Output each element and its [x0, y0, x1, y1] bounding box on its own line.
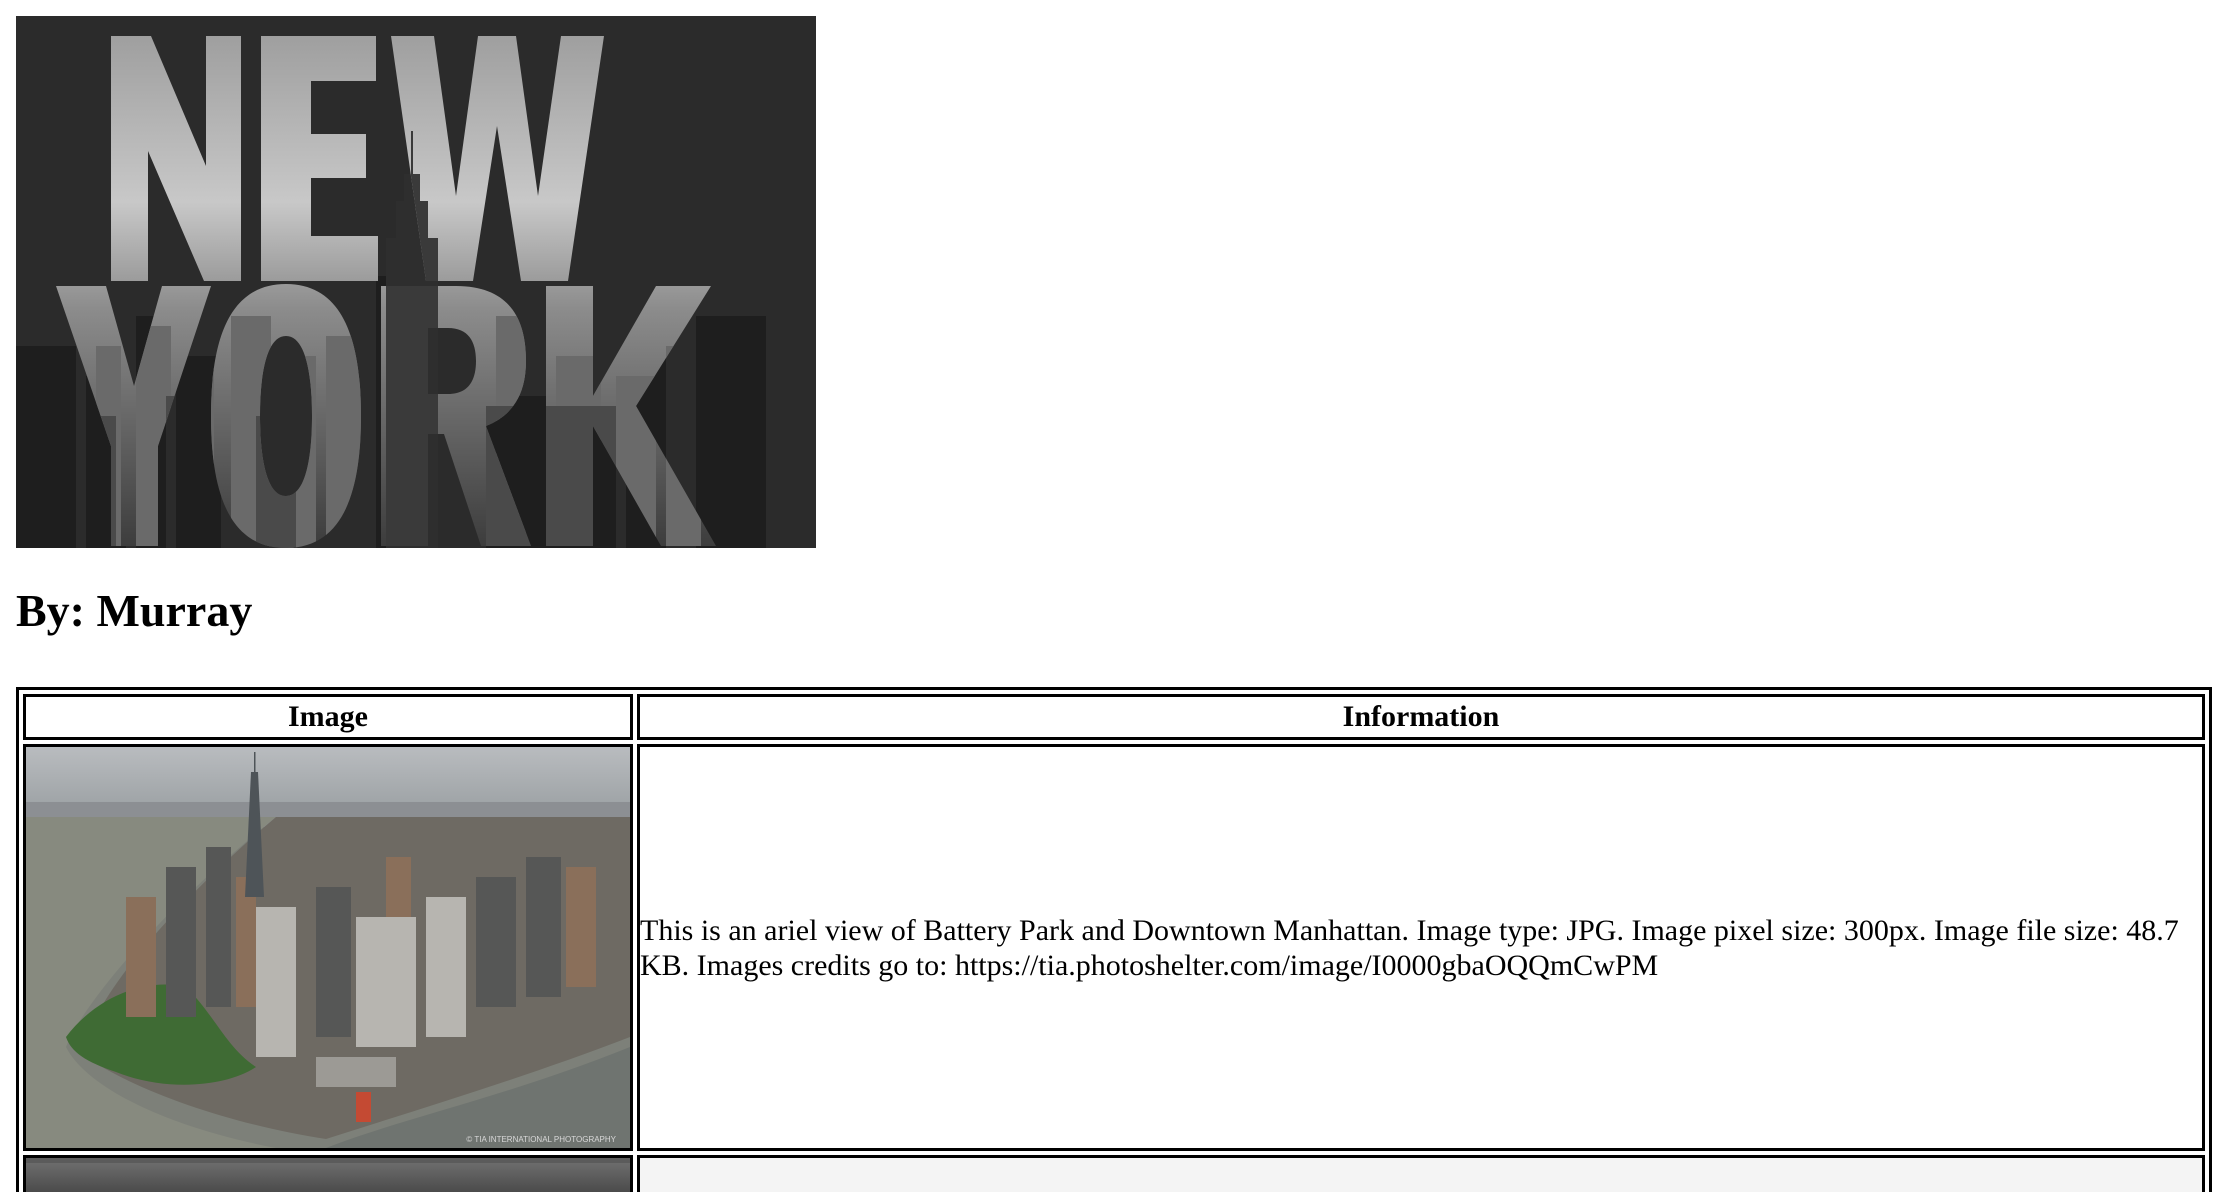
- row-image-partial: [26, 1163, 630, 1192]
- table-row: © TIA INTERNATIONAL PHOTOGRAPHY This is …: [23, 744, 2205, 1151]
- row-information-cell: This is an ariel view of Battery Park an…: [637, 744, 2205, 1151]
- image-info-table: Image Information © TIA INTERNATIONAL PH…: [16, 687, 2212, 1192]
- row-information-cell: [637, 1155, 2205, 1192]
- page: By: Murray Image Information © TIA INTER…: [0, 0, 2214, 1192]
- table-row: [23, 1155, 2205, 1192]
- banner-image: [16, 16, 816, 548]
- row-image-cell: [23, 1155, 633, 1192]
- author-byline: By: Murray: [16, 585, 253, 636]
- battery-park-aerial-image: © TIA INTERNATIONAL PHOTOGRAPHY: [26, 747, 630, 1148]
- svg-text:© TIA INTERNATIONAL PHOTOGRAPH: © TIA INTERNATIONAL PHOTOGRAPHY: [466, 1135, 616, 1144]
- table-header-row: Image Information: [23, 694, 2205, 740]
- row-image-cell: © TIA INTERNATIONAL PHOTOGRAPHY: [23, 744, 633, 1151]
- column-header-information: Information: [637, 694, 2205, 740]
- column-header-image: Image: [23, 694, 633, 740]
